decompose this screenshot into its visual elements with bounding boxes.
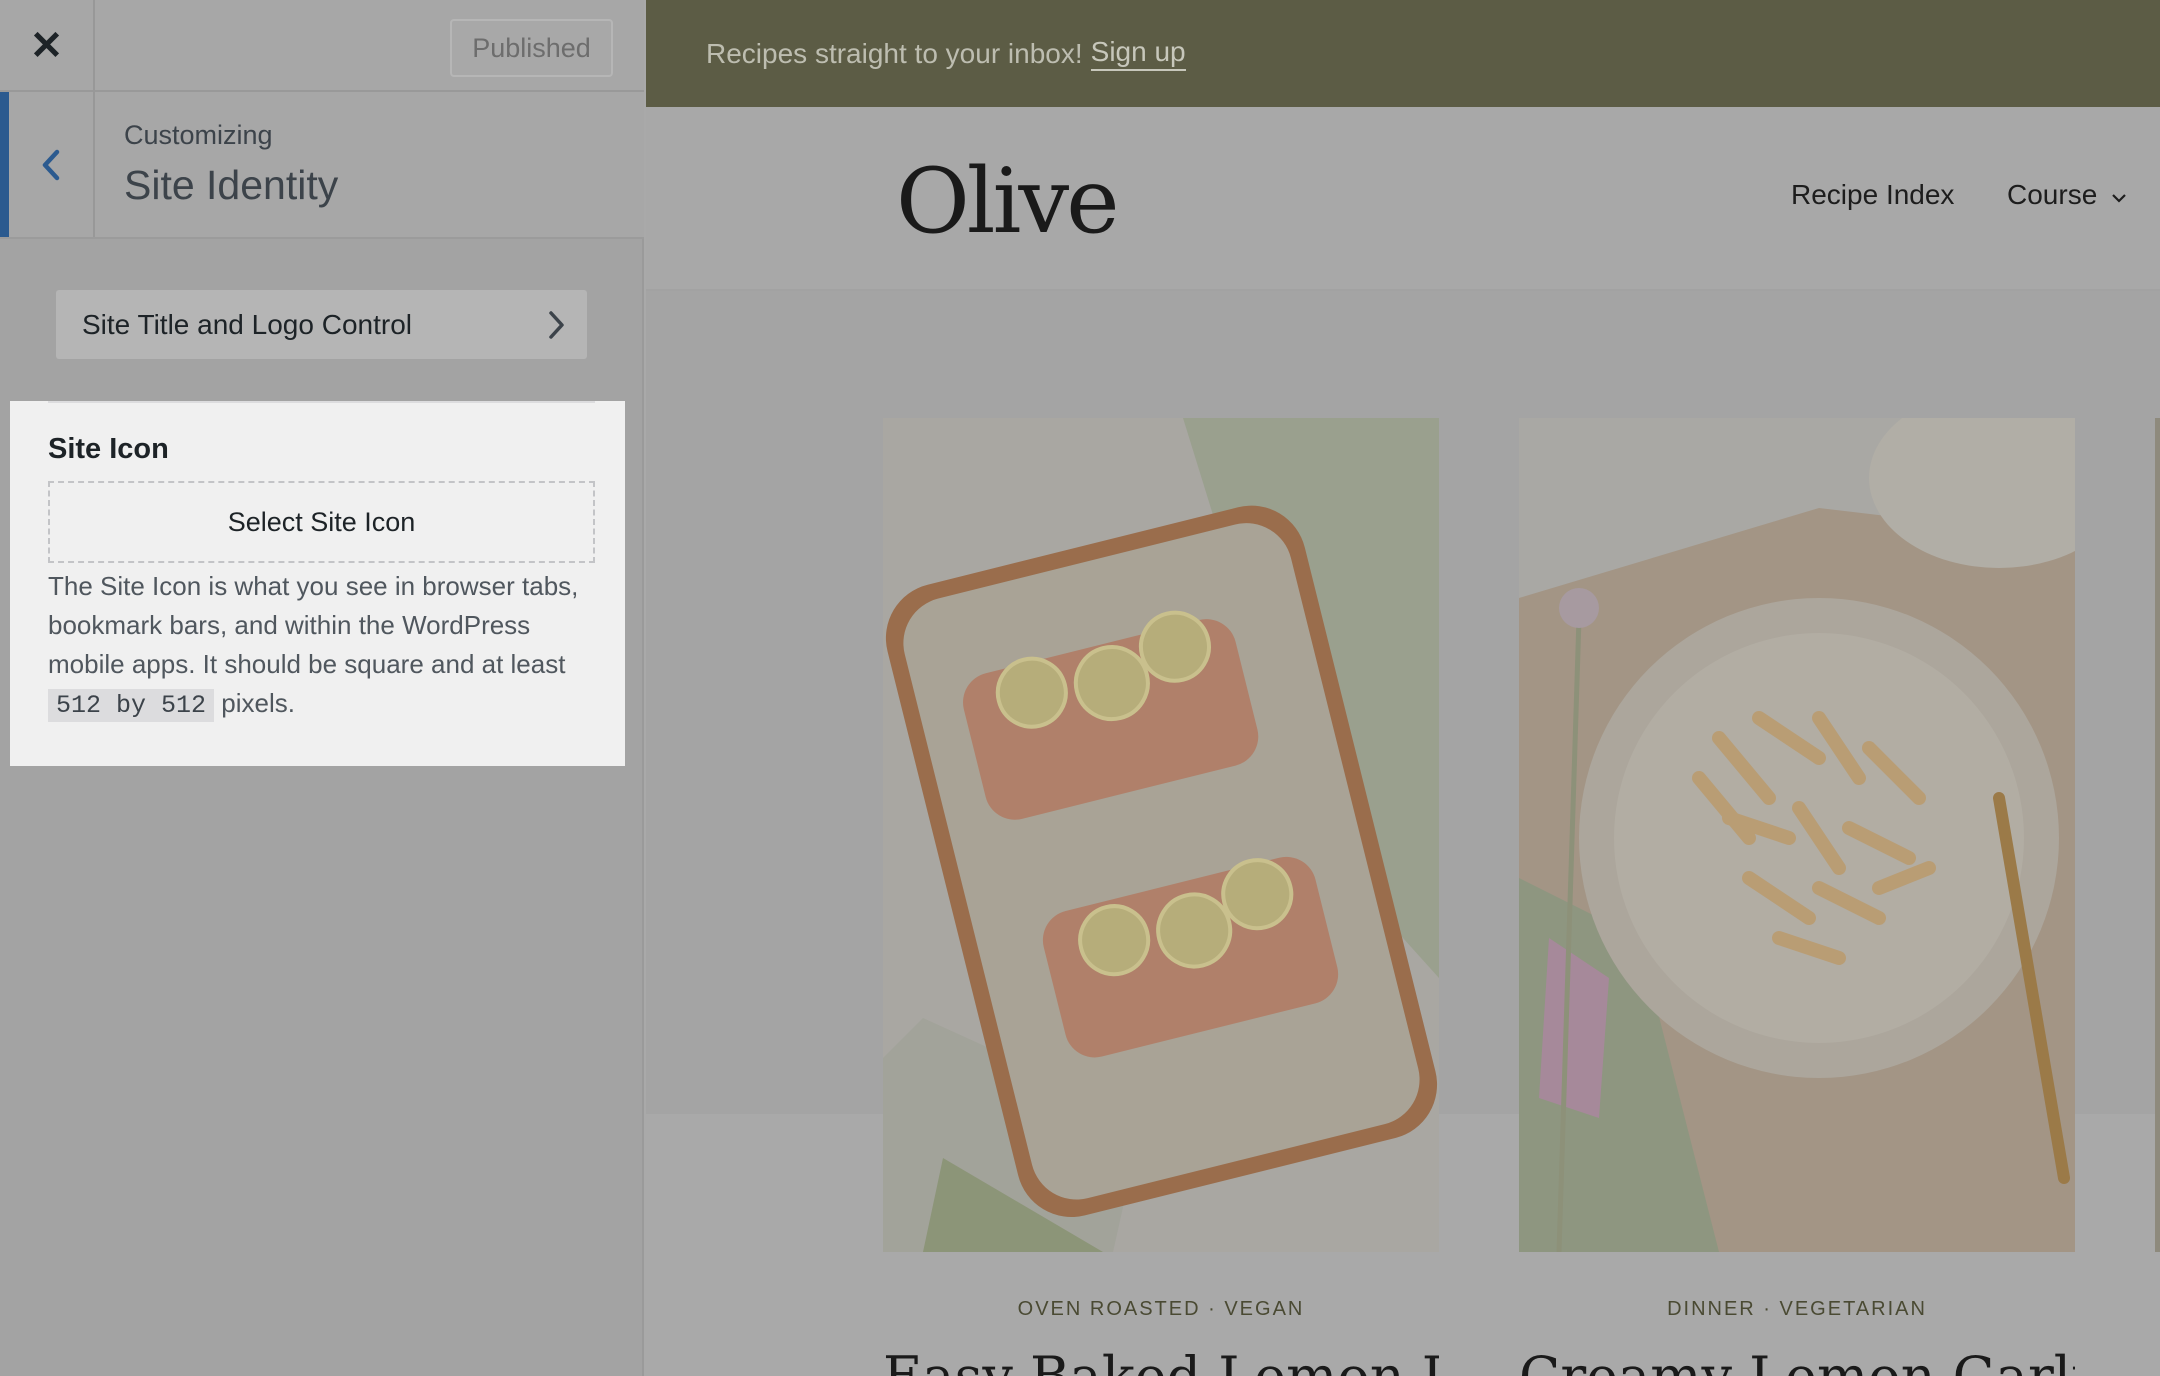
- size-code: 512 by 512: [48, 689, 215, 722]
- site-title-logo-section-button[interactable]: Site Title and Logo Control: [56, 290, 587, 359]
- site-icon-control: Site Icon Select Site Icon The Site Icon…: [10, 401, 625, 766]
- description-text-end: pixels.: [221, 688, 295, 718]
- panel-title: Site Identity: [124, 162, 339, 208]
- close-button[interactable]: ✕: [0, 0, 95, 92]
- chevron-left-icon: [42, 149, 60, 180]
- recipe-image-pasta[interactable]: [1519, 418, 2075, 1252]
- publish-button[interactable]: Published: [450, 19, 613, 77]
- customizer-sidebar: ✕ Published Customizing Site Identity Si…: [0, 0, 644, 1376]
- nav-course-label: Course: [2007, 179, 2098, 210]
- site-icon-title: Site Icon: [48, 433, 169, 465]
- back-button[interactable]: [0, 92, 95, 237]
- close-icon: ✕: [29, 24, 64, 68]
- site-icon-description: The Site Icon is what you see in browser…: [48, 567, 608, 725]
- recipe-title[interactable]: Easy Baked Lemon Dill: [883, 1345, 1439, 1376]
- nav-course[interactable]: Course: [2007, 179, 2127, 211]
- signup-link[interactable]: Sign up: [1090, 36, 1186, 71]
- chevron-down-icon: [2112, 194, 2126, 203]
- divider: [48, 401, 595, 403]
- customizer-header: ✕ Published: [0, 0, 644, 92]
- recipe-meta[interactable]: OVEN ROASTED · VEGAN: [883, 1298, 1439, 1321]
- newsletter-bar: Recipes straight to your inbox! Sign up: [646, 0, 2160, 107]
- panel-header: Customizing Site Identity: [0, 92, 644, 239]
- panel-subtitle: Customizing: [124, 120, 273, 150]
- newsletter-text: Recipes straight to your inbox!: [706, 37, 1083, 69]
- next-card-edge: [2155, 418, 2160, 1252]
- section-button-label: Site Title and Logo Control: [82, 308, 412, 340]
- chevron-right-icon: [549, 311, 564, 339]
- recipe-meta[interactable]: DINNER · VEGETARIAN: [1519, 1298, 2075, 1321]
- site-preview: Recipes straight to your inbox! Sign up …: [646, 0, 2160, 1376]
- site-header: Olive Recipe Index Course: [646, 107, 2160, 291]
- description-text: The Site Icon is what you see in browser…: [48, 571, 579, 679]
- nav-recipe-index[interactable]: Recipe Index: [1791, 179, 1954, 211]
- recipe-title[interactable]: Creamy Lemon Garlic: [1519, 1345, 2075, 1376]
- site-logo[interactable]: Olive: [896, 149, 1119, 254]
- recipe-image-salmon[interactable]: [883, 418, 1439, 1252]
- select-site-icon-button[interactable]: Select Site Icon: [48, 481, 595, 563]
